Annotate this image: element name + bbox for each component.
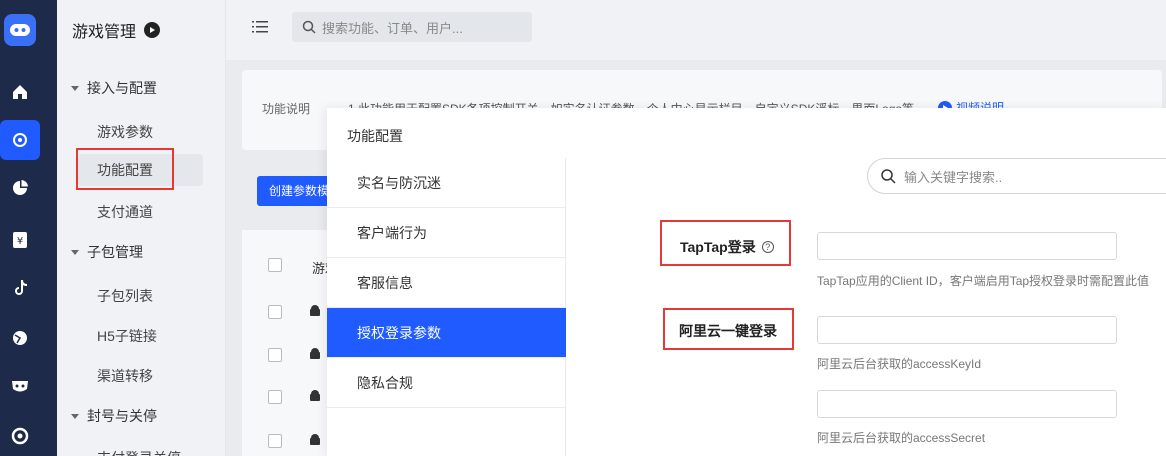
- create-template-button[interactable]: 创建参数模板: [257, 176, 337, 206]
- sidebar-group-ban-shutdown[interactable]: 封号与关停: [71, 406, 157, 426]
- taptap-client-id-input[interactable]: [817, 232, 1117, 260]
- sidebar-item-game-params[interactable]: 游戏参数: [97, 122, 153, 142]
- secondary-sidebar: 游戏管理 接入与配置 游戏参数 功能配置 支付通道 子包管理 子包列表 H5子链…: [57, 0, 226, 456]
- caret-down-icon: [71, 413, 79, 419]
- search-icon: [302, 20, 316, 34]
- sidebar-item-feature-config[interactable]: 功能配置: [77, 154, 203, 186]
- home-icon[interactable]: [0, 72, 40, 112]
- android-icon: [310, 390, 320, 401]
- row-checkbox[interactable]: [268, 390, 282, 404]
- aliyun-key-id-help-text: 阿里云后台获取的accessKeyId: [817, 357, 982, 371]
- android-icon: [310, 348, 320, 359]
- settings-gear-icon[interactable]: [0, 416, 40, 456]
- globe-icon[interactable]: [0, 318, 40, 358]
- caret-down-icon: [71, 249, 79, 255]
- notice-label: 功能说明: [262, 102, 311, 116]
- global-search-input[interactable]: 搜索功能、订单、用户...: [292, 12, 532, 42]
- sidebar-group-access-config[interactable]: 接入与配置: [71, 78, 157, 98]
- tab-auth-login-params[interactable]: 授权登录参数: [327, 308, 566, 358]
- row-checkbox[interactable]: [268, 348, 282, 362]
- aliyun-one-click-login-label: 阿里云一键登录: [679, 323, 777, 339]
- aliyun-access-key-id-input[interactable]: [817, 316, 1117, 344]
- aliyun-access-secret-input[interactable]: [817, 390, 1117, 418]
- sidebar-item-payment-shutdown[interactable]: 支付登录关停: [97, 448, 181, 456]
- sidebar-group-subpackage[interactable]: 子包管理: [71, 242, 143, 262]
- tiktok-icon[interactable]: [0, 268, 40, 308]
- taptap-login-label: TapTap登录 ?: [680, 237, 774, 257]
- tab-customer-service[interactable]: 客服信息: [327, 258, 566, 308]
- row-checkbox[interactable]: [268, 434, 282, 448]
- game-settings-icon[interactable]: [0, 120, 40, 160]
- tab-client-behavior[interactable]: 客户端行为: [327, 208, 566, 258]
- sidebar-item-payment-channel[interactable]: 支付通道: [97, 202, 153, 222]
- hamburger-menu-icon[interactable]: [252, 20, 268, 36]
- drawer-title: 功能配置: [347, 128, 403, 144]
- sidebar-item-subpackage-list[interactable]: 子包列表: [97, 286, 153, 306]
- sidebar-title: 游戏管理: [72, 18, 161, 42]
- tab-privacy-compliance[interactable]: 隐私合规: [327, 358, 566, 408]
- app-logo-icon[interactable]: [4, 14, 36, 46]
- taptap-help-text: TapTap应用的Client ID，客户端启用Tap授权登录时需配置此值: [817, 274, 1150, 288]
- play-circle-icon[interactable]: [144, 22, 161, 38]
- pie-chart-icon[interactable]: [0, 168, 40, 208]
- search-icon: [881, 169, 896, 184]
- android-icon: [310, 305, 320, 316]
- help-question-icon[interactable]: ?: [761, 241, 774, 253]
- row-checkbox[interactable]: [268, 305, 282, 319]
- aliyun-secret-help-text: 阿里云后台获取的accessSecret: [817, 431, 986, 445]
- top-bar: 搜索功能、订单、用户...: [226, 0, 1166, 60]
- select-all-checkbox[interactable]: [268, 258, 282, 272]
- sidebar-item-h5-sublink[interactable]: H5子链接: [97, 326, 157, 346]
- mask-icon[interactable]: [0, 366, 40, 406]
- wallet-icon[interactable]: ¥: [0, 220, 40, 260]
- caret-down-icon: [71, 85, 79, 91]
- tab-realname-antiaddiction[interactable]: 实名与防沉迷: [327, 158, 566, 208]
- svg-text:¥: ¥: [17, 236, 23, 247]
- drawer-nav: 实名与防沉迷 客户端行为 客服信息 授权登录参数 隐私合规: [327, 158, 566, 456]
- keyword-search-input[interactable]: 输入关键字搜索..: [867, 158, 1166, 194]
- icon-rail: ¥: [0, 0, 57, 456]
- feature-config-drawer: 功能配置 实名与防沉迷 客户端行为 客服信息 授权登录参数 隐私合规 输入关键字…: [327, 108, 1166, 456]
- sidebar-item-channel-transfer[interactable]: 渠道转移: [97, 366, 153, 386]
- android-icon: [310, 434, 320, 445]
